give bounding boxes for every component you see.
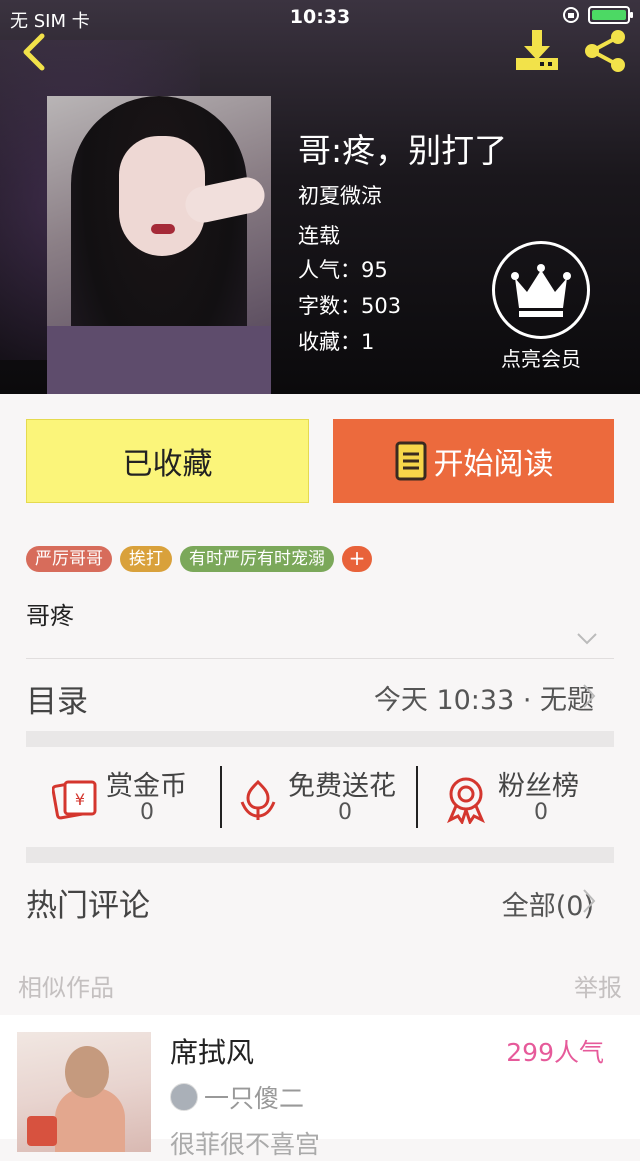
section-separator	[26, 731, 614, 747]
tag-item[interactable]: 严厉哥哥	[26, 546, 112, 572]
flower-icon	[240, 779, 276, 820]
vip-label[interactable]: 点亮会员	[480, 343, 602, 372]
all-comments-link[interactable]: 全部(0)	[502, 884, 594, 923]
medal-icon	[447, 777, 485, 824]
fans-ranking-count: 0	[534, 800, 548, 825]
divider	[26, 658, 614, 659]
book-author[interactable]: 初夏微涼	[298, 180, 382, 210]
reward-coins-button[interactable]: ¥ 赏金币 0	[26, 764, 220, 834]
catalog-label[interactable]: 目录	[26, 676, 88, 721]
similar-work-cover	[17, 1032, 151, 1152]
vip-crown-button[interactable]	[492, 241, 590, 339]
report-link[interactable]: 举报	[574, 968, 622, 1003]
fans-ranking-button[interactable]: 粉丝榜 0	[418, 764, 614, 834]
comments-chevron-right-icon[interactable]	[582, 888, 596, 914]
book-icon	[395, 441, 426, 481]
tag-item[interactable]: 有时严厉有时宠溺	[180, 546, 334, 572]
similar-works-heading: 相似作品	[18, 974, 114, 1002]
book-description: 哥疼	[26, 602, 74, 630]
similar-work-title: 席拭风	[170, 1036, 255, 1069]
similar-work-author: 一只傻二	[204, 1084, 305, 1113]
fans-ranking-label: 粉丝榜	[498, 771, 579, 802]
book-popularity: 人气：95	[298, 258, 388, 282]
free-flower-count: 0	[338, 800, 352, 825]
similar-work-card[interactable]: 席拭风 299人气 一只傻二 很菲很不喜宫	[0, 1015, 640, 1159]
add-tag-button[interactable]: +	[342, 546, 372, 572]
catalog-chevron-right-icon[interactable]	[582, 683, 596, 709]
expand-chevron-down-icon[interactable]	[576, 632, 598, 646]
favorited-button[interactable]: 已收藏	[26, 419, 309, 503]
download-icon[interactable]	[512, 28, 562, 74]
book-title: 哥:疼，别打了	[298, 131, 508, 170]
battery-icon	[588, 6, 633, 24]
crown-icon	[511, 264, 571, 317]
start-reading-button[interactable]: 开始阅读	[333, 419, 614, 503]
similar-work-popularity: 299人气	[506, 1038, 604, 1067]
book-status: 连载	[298, 224, 340, 248]
author-avatar	[170, 1083, 198, 1111]
reward-coins-count: 0	[140, 800, 154, 825]
reward-coins-label: 赏金币	[106, 771, 187, 802]
book-header: 无 SIM 卡 10:33 哥:疼，别打了 初夏微涼 连载 人气：95 字数：5…	[0, 0, 640, 394]
red-envelope-icon: ¥	[52, 780, 97, 820]
tag-list: 严厉哥哥 挨打 有时严厉有时宠溺 +	[26, 546, 372, 572]
free-flower-label: 免费送花	[288, 771, 396, 802]
book-collections: 收藏：1	[298, 330, 375, 354]
hot-comments-label: 热门评论	[26, 888, 150, 924]
favorited-label: 已收藏	[122, 447, 213, 482]
book-cover	[47, 96, 271, 394]
section-separator	[26, 847, 614, 863]
book-word-count: 字数：503	[298, 294, 402, 318]
svg-text:¥: ¥	[75, 790, 85, 809]
back-button[interactable]	[14, 30, 54, 74]
similar-work-description: 很菲很不喜宫	[170, 1130, 321, 1159]
start-reading-label: 开始阅读	[433, 447, 554, 482]
orientation-lock-icon	[563, 7, 579, 23]
free-flower-button[interactable]: 免费送花 0	[222, 764, 416, 834]
share-icon[interactable]	[580, 28, 630, 74]
catalog-latest-chapter[interactable]: 今天 10:33 · 无题	[374, 678, 594, 717]
status-time: 10:33	[289, 6, 351, 28]
tag-item[interactable]: 挨打	[120, 546, 172, 572]
